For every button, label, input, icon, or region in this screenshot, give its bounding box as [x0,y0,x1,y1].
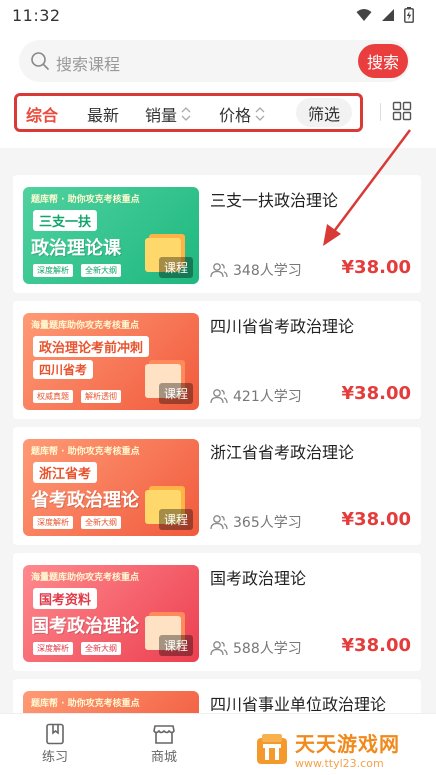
course-title: 浙江省省考政治理论 [210,443,355,462]
book-icon [46,723,64,745]
tab-store[interactable]: 商城 [134,722,194,765]
store-icon [153,725,175,744]
thumb-subtag: 四川省考 [33,360,94,379]
watermark-name: 天天游戏网 [295,732,400,756]
filter-newest[interactable]: 最新 [87,102,119,126]
course-thumbnail: 题库帮 · 助你攻克考核重点 三支一扶 政治理论课 深度解析 全新大纲 课程 [23,187,199,284]
filter-label: 综合 [26,106,59,125]
course-badge: 课程 [158,257,193,278]
filter-label: 最新 [87,106,120,125]
filter-label: 销量 [145,106,178,125]
course-price: ¥38.00 [341,509,411,530]
thumb-chips: 深度解析 全新大纲 [33,642,121,655]
thumb-headline: 国考政治理论 [31,616,139,637]
learner-count: 365人学习 [210,512,302,532]
thumb-chip: 全新大纲 [81,642,121,655]
course-thumbnail: 海量题库助你攻克考核重点 政治理论考前冲刺 四川省考 权威真题 解析透彻 课程 [23,313,199,410]
learner-count: 588人学习 [210,638,302,658]
course-price: ¥38.00 [341,257,411,278]
thumb-tag: 政治理论考前冲刺 [33,336,150,357]
course-card[interactable]: 海量题库助你攻克考核重点 国考资料 国考政治理论 深度解析 全新大纲 课程 国考… [13,553,421,671]
learner-count: 421人学习 [210,386,302,406]
course-price: ¥38.00 [341,383,411,404]
thumb-chips: 深度解析 全新大纲 [33,264,121,277]
learner-text: 588人学习 [233,641,302,657]
wifi-icon [356,9,372,21]
thumb-chips: 深度解析 全新大纲 [33,516,121,529]
search-box[interactable]: 搜索课程 搜索 [19,40,410,82]
course-badge: 课程 [158,635,193,656]
course-thumbnail: 海量题库助你攻克考核重点 国考资料 国考政治理论 深度解析 全新大纲 课程 [23,565,199,662]
filter-button[interactable]: 筛选 [296,98,352,127]
course-card[interactable]: 海量题库助你攻克考核重点 政治理论考前冲刺 四川省考 权威真题 解析透彻 课程 … [13,301,421,419]
course-badge: 课程 [158,509,193,530]
course-title: 国考政治理论 [210,569,307,588]
course-badge: 课程 [158,383,193,404]
search-input[interactable]: 搜索课程 [56,51,120,75]
status-time: 11:32 [12,6,61,25]
status-bar: 11:32 [0,0,436,34]
divider [380,103,381,121]
sort-arrows-icon [181,107,191,121]
thumb-slogan: 海量题库助你攻克考核重点 [31,321,140,331]
filter-price[interactable]: 价格 [219,102,265,126]
people-icon [210,515,228,530]
search-button[interactable]: 搜索 [358,44,408,78]
thumb-tag: 三支一扶 [33,210,98,231]
status-icons [356,7,414,23]
thumb-slogan: 题库帮 · 助你攻克考核重点 [31,195,140,205]
learner-text: 348人学习 [233,263,302,279]
learner-count: 348人学习 [210,260,302,280]
watermark: 天天游戏网 www.ttyl23.com [255,728,400,770]
thumb-slogan: 题库帮 · 助你攻克考核重点 [31,447,140,457]
grid-view-icon[interactable] [392,101,412,121]
people-icon [210,389,228,404]
filter-bar: 综合 最新 销量 价格 筛选 [14,93,363,132]
learner-text: 421人学习 [233,389,302,405]
people-icon [210,263,228,278]
thumb-chip: 深度解析 [33,642,73,655]
battery-icon [404,7,414,23]
filter-comprehensive[interactable]: 综合 [26,102,58,126]
course-price: ¥38.00 [341,635,411,656]
thumb-tag: 国考资料 [33,588,98,609]
thumb-headline: 省考政治理论 [31,490,139,511]
sort-arrows-icon [255,107,265,121]
watermark-url: www.ttyl23.com [295,757,384,770]
filter-sales[interactable]: 销量 [145,102,191,126]
signal-icon [382,9,394,21]
watermark-text: 天天游戏网 www.ttyl23.com [295,728,400,770]
thumb-chip: 全新大纲 [81,264,121,277]
thumb-slogan: 海量题库助你攻克考核重点 [31,573,140,583]
thumb-slogan: 题库帮 · 助你攻克考核重点 [31,699,140,709]
thumb-headline: 政治理论课 [31,238,121,259]
course-card[interactable]: 题库帮 · 助你攻克考核重点 浙江省考 省考政治理论 深度解析 全新大纲 课程 … [13,427,421,545]
learner-text: 365人学习 [233,515,302,531]
thumb-chip: 解析透彻 [81,390,121,403]
thumb-chip: 全新大纲 [81,516,121,529]
thumb-chip: 深度解析 [33,516,73,529]
search-icon [31,52,49,70]
thumb-tag: 浙江省考 [33,462,98,483]
thumb-chips: 权威真题 解析透彻 [33,390,121,403]
course-title: 四川省省考政治理论 [210,317,355,336]
thumb-chip: 权威真题 [33,390,73,403]
course-thumbnail: 题库帮 · 助你攻克考核重点 浙江省考 省考政治理论 深度解析 全新大纲 课程 [23,439,199,536]
people-icon [210,641,228,656]
filter-label: 价格 [219,106,252,125]
annotation-arrow-icon [323,129,411,246]
watermark-logo-icon [257,734,287,764]
course-title: 四川省事业单位政治理论 [210,695,387,714]
tab-label: 商城 [150,750,177,765]
tab-label: 练习 [41,750,68,765]
thumb-chip: 深度解析 [33,264,73,277]
tab-practice[interactable]: 练习 [25,722,85,765]
